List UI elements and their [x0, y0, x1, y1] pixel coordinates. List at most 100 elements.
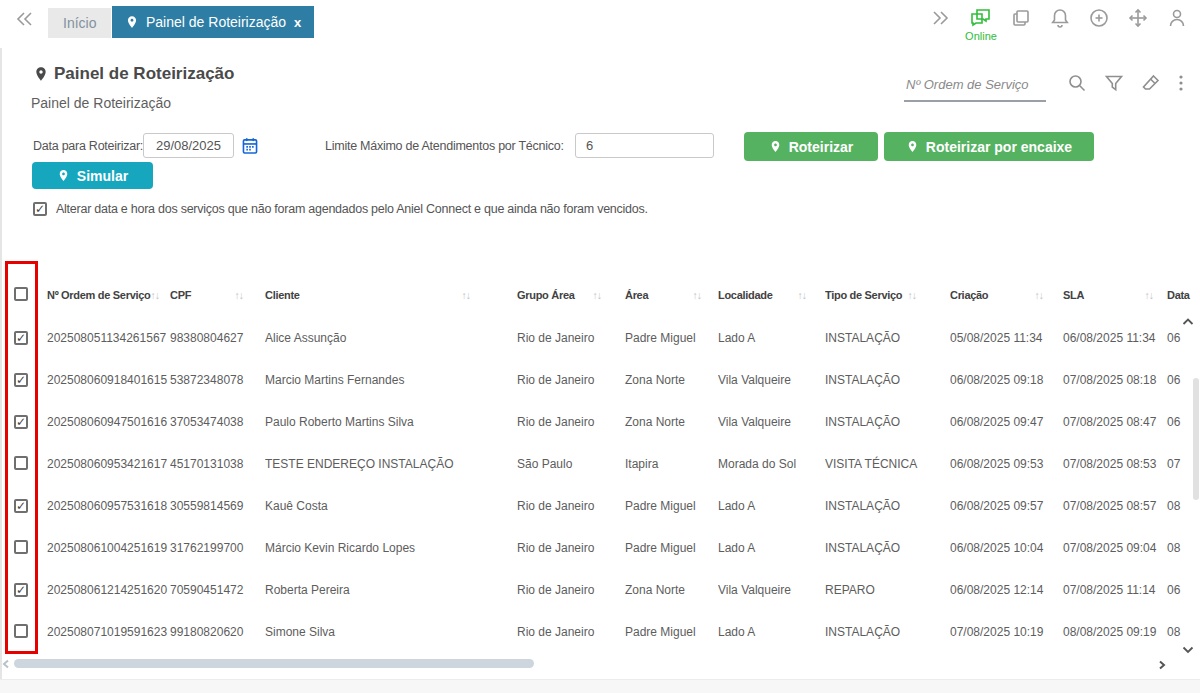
col-cpf[interactable]: CPF↑↓ — [170, 273, 265, 317]
alter-checkbox[interactable]: ✓ — [33, 202, 47, 216]
row-checkbox[interactable]: ✓ — [14, 583, 28, 597]
cell-ordem-servico: 202508060953421617 — [47, 443, 170, 485]
sort-icon[interactable]: ↑↓ — [1145, 289, 1154, 301]
cell-localidade: Vila Valqueire — [718, 359, 825, 401]
cell-sla: 07/08/2025 08:53 — [1063, 443, 1167, 485]
cell-grupo-area: Rio de Janeiro — [517, 485, 625, 527]
tab-inicio[interactable]: Início — [48, 8, 111, 38]
collapse-tabs-icon[interactable] — [13, 8, 35, 30]
col-criacao[interactable]: Criação↑↓ — [950, 273, 1063, 317]
scroll-down-icon[interactable] — [1182, 646, 1194, 654]
bell-icon[interactable] — [1049, 7, 1071, 29]
table-row[interactable]: ✓ 202508060947501616 37053474038 Paulo R… — [0, 401, 1200, 443]
simular-button[interactable]: Simular — [32, 162, 153, 189]
sort-icon[interactable]: ↑↓ — [593, 289, 602, 301]
row-checkbox[interactable]: ✓ — [14, 373, 28, 387]
col-localidade[interactable]: Localidade↑↓ — [718, 273, 825, 317]
table-row[interactable]: ✓ 202508060918401615 53872348078 Marcio … — [0, 359, 1200, 401]
cell-cpf: 99180820620 — [170, 611, 265, 653]
sort-icon[interactable]: ↑↓ — [798, 289, 807, 301]
scroll-up-icon[interactable] — [1182, 318, 1194, 326]
more-vertical-icon[interactable] — [1178, 72, 1184, 94]
limit-label: Limite Máximo de Atendimentos por Técnic… — [325, 139, 564, 153]
sort-icon[interactable]: ↑↓ — [908, 289, 917, 301]
cell-criacao: 06/08/2025 09:18 — [950, 359, 1063, 401]
row-checkbox[interactable] — [14, 456, 28, 470]
search-input[interactable]: Nº Ordem de Serviço — [904, 66, 1046, 102]
tab-close-icon[interactable]: x — [294, 15, 301, 30]
roteirizar-encaixe-label: Roteirizar por encaixe — [926, 139, 1072, 155]
row-checkbox[interactable]: ✓ — [14, 499, 28, 513]
cell-criacao: 06/08/2025 10:04 — [950, 527, 1063, 569]
sort-icon[interactable]: ↑↓ — [462, 289, 471, 301]
table-body: ✓ 202508051134261567 98380804627 Alice A… — [0, 317, 1200, 653]
cell-localidade: Vila Valqueire — [718, 401, 825, 443]
cell-tipo-servico: INSTALAÇÃO — [825, 317, 950, 359]
table-row[interactable]: ✓ 202508060957531618 30559814569 Kauê Co… — [0, 485, 1200, 527]
routing-form: Data para Roteirizar: 29/08/2025 Limite … — [30, 133, 1195, 162]
move-icon[interactable] — [1127, 7, 1149, 29]
cell-cpf: 37053474038 — [170, 401, 265, 443]
table-row[interactable]: ✓ 202508061214251620 70590451472 Roberta… — [0, 569, 1200, 611]
search-icon[interactable] — [1066, 72, 1088, 94]
chat-icon[interactable]: Online — [969, 7, 993, 29]
cell-tipo-servico: REPARO — [825, 569, 950, 611]
cell-data: 06 — [1167, 569, 1200, 611]
row-checkbox[interactable] — [14, 540, 28, 554]
tab-painel-roteirizacao[interactable]: Painel de Roteirização x — [112, 6, 314, 38]
col-sla[interactable]: SLA↑↓ — [1063, 273, 1167, 317]
row-checkbox[interactable]: ✓ — [14, 331, 28, 345]
page-title-label: Painel de Roteirização — [54, 64, 234, 84]
cell-tipo-servico: INSTALAÇÃO — [825, 611, 950, 653]
cell-criacao: 05/08/2025 11:34 — [950, 317, 1063, 359]
table-row[interactable]: 202508071019591623 99180820620 Simone Si… — [0, 611, 1200, 653]
cell-cpf: 45170131038 — [170, 443, 265, 485]
cell-cpf: 98380804627 — [170, 317, 265, 359]
cell-cpf: 30559814569 — [170, 485, 265, 527]
pin-icon — [57, 169, 70, 182]
filter-icon[interactable] — [1104, 72, 1124, 94]
roteirizar-button[interactable]: Roteirizar — [744, 132, 878, 161]
vertical-scrollbar-thumb[interactable] — [1193, 378, 1199, 500]
sort-icon[interactable]: ↑↓ — [150, 289, 159, 301]
cell-cliente: Paulo Roberto Martins Silva — [265, 401, 517, 443]
cell-ordem-servico: 202508051134261567 — [47, 317, 170, 359]
row-checkbox[interactable]: ✓ — [14, 415, 28, 429]
toolbar: Online — [930, 7, 1188, 29]
col-area[interactable]: Área↑↓ — [625, 273, 718, 317]
limit-input[interactable]: 6 — [575, 133, 714, 158]
cell-cliente: Márcio Kevin Ricardo Lopes — [265, 527, 517, 569]
row-checkbox[interactable] — [14, 624, 28, 638]
scroll-left-icon[interactable] — [2, 659, 10, 669]
cell-grupo-area: São Paulo — [517, 443, 625, 485]
calendar-icon[interactable] — [241, 136, 259, 156]
copy-icon[interactable] — [1010, 7, 1032, 29]
cell-localidade: Lado A — [718, 485, 825, 527]
cell-grupo-area: Rio de Janeiro — [517, 611, 625, 653]
fast-forward-icon[interactable] — [930, 7, 952, 29]
col-grupo-area[interactable]: Grupo Área↑↓ — [517, 273, 625, 317]
cell-tipo-servico: INSTALAÇÃO — [825, 401, 950, 443]
col-tipo-servico[interactable]: Tipo de Serviço↑↓ — [825, 273, 950, 317]
col-ordem-servico[interactable]: Nº Ordem de Serviço↑↓ — [47, 273, 170, 317]
sort-icon[interactable]: ↑↓ — [235, 289, 244, 301]
roteirizar-encaixe-button[interactable]: Roteirizar por encaixe — [884, 132, 1094, 161]
scroll-right-icon[interactable] — [1158, 660, 1166, 670]
horizontal-scrollbar-thumb[interactable] — [14, 659, 534, 668]
page-subtitle: Painel de Roteirização — [31, 95, 171, 111]
date-input[interactable]: 29/08/2025 — [143, 133, 234, 158]
user-icon[interactable] — [1166, 7, 1188, 29]
select-all-checkbox[interactable] — [14, 287, 28, 301]
eraser-icon[interactable] — [1140, 72, 1162, 94]
cell-ordem-servico: 202508060947501616 — [47, 401, 170, 443]
col-data[interactable]: Data — [1167, 273, 1200, 317]
col-cliente[interactable]: Cliente↑↓ — [265, 273, 517, 317]
sort-icon[interactable]: ↑↓ — [693, 289, 702, 301]
pin-icon — [769, 140, 782, 153]
table-row[interactable]: 202508061004251619 31762199700 Márcio Ke… — [0, 527, 1200, 569]
sort-icon[interactable]: ↑↓ — [1035, 289, 1044, 301]
add-circle-icon[interactable] — [1088, 7, 1110, 29]
table-row[interactable]: 202508060953421617 45170131038 TESTE END… — [0, 443, 1200, 485]
table-row[interactable]: ✓ 202508051134261567 98380804627 Alice A… — [0, 317, 1200, 359]
cell-grupo-area: Rio de Janeiro — [517, 317, 625, 359]
